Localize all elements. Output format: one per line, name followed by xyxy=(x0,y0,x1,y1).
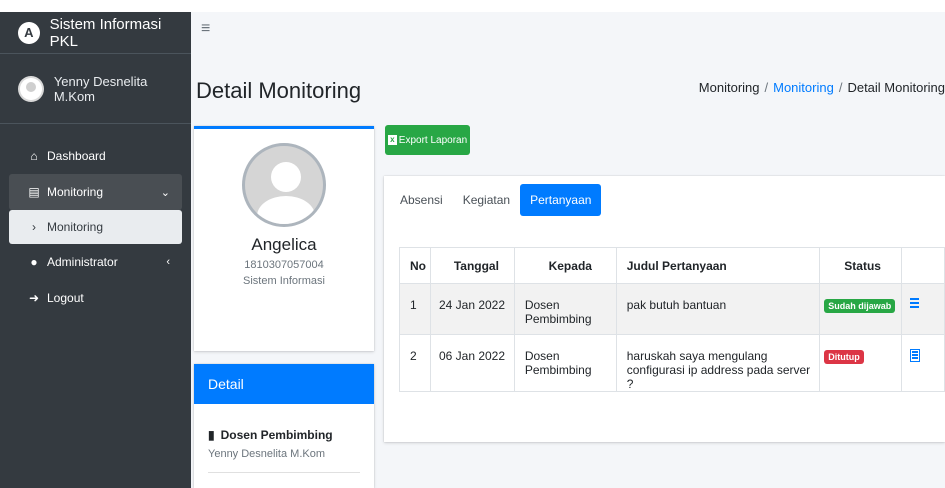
cell-judul: haruskah saya mengulang configurasi ip a… xyxy=(615,334,821,392)
sidebar: A Sistem Informasi PKL Yenny Desnelita M… xyxy=(0,12,191,488)
chevron-left-icon: ‹ xyxy=(166,256,170,268)
file-excel-icon: x xyxy=(387,135,397,145)
cell-kepada: Dosen Pembimbing xyxy=(513,283,617,335)
detail-card: Detail ▮ Dosen Pembimbing Yenny Desnelit… xyxy=(194,364,374,488)
list-icon[interactable] xyxy=(910,298,920,310)
column-header-status: Status xyxy=(819,247,903,284)
cell-tanggal: 06 Jan 2022 xyxy=(429,334,515,392)
tab-absensi[interactable]: Absensi xyxy=(398,184,453,216)
breadcrumb: Monitoring / Monitoring / Detail Monitoring xyxy=(699,80,945,95)
hamburger-menu-icon[interactable]: ≡ xyxy=(201,20,210,38)
cell-action xyxy=(901,334,945,392)
tab-pertanyaan[interactable]: Pertanyaan xyxy=(520,184,602,216)
user-avatar xyxy=(18,75,44,102)
breadcrumb-link[interactable]: Monitoring xyxy=(773,80,834,95)
table-row: 1 24 Jan 2022 Dosen Pembimbing pak butuh… xyxy=(399,283,945,335)
user-icon: ● xyxy=(30,255,38,269)
tab-bar: Absensi Kegiatan Pertanyaan xyxy=(398,184,602,216)
user-name: Yenny Desnelita M.Kom xyxy=(53,73,148,104)
sidebar-item-dashboard[interactable]: ⌂ Dashboard xyxy=(9,138,182,174)
user-panel[interactable]: Yenny Desnelita M.Kom xyxy=(0,54,191,124)
export-report-button[interactable]: x Export Laporan xyxy=(385,125,470,155)
sign-out-icon: ➜ xyxy=(28,291,40,305)
sidebar-nav: ⌂ Dashboard ▤ Monitoring ⌄ › Monitoring … xyxy=(0,124,191,316)
column-header-no: No xyxy=(399,247,431,284)
cell-kepada: Dosen Pembimbing xyxy=(513,334,617,392)
sidebar-item-label: Monitoring xyxy=(47,220,104,234)
cell-action xyxy=(901,283,945,335)
chalkboard-teacher-icon: ▮ xyxy=(208,428,215,442)
monitoring-card: Absensi Kegiatan Pertanyaan No Tanggal K… xyxy=(384,176,945,442)
chart-area-icon: ▤ xyxy=(28,185,40,199)
table-header-row: No Tanggal Kepada Judul Pertanyaan Statu… xyxy=(399,247,945,284)
status-badge: Ditutup xyxy=(824,350,864,364)
sidebar-item-administrator[interactable]: ● Administrator ‹ xyxy=(9,244,182,280)
profile-avatar xyxy=(242,143,326,227)
column-header-action xyxy=(901,247,945,284)
column-header-judul: Judul Pertanyaan xyxy=(615,247,821,284)
breadcrumb-current: Detail Monitoring xyxy=(847,80,945,95)
top-strip xyxy=(0,0,945,12)
chevron-right-icon: › xyxy=(32,220,36,234)
cell-no: 1 xyxy=(399,283,431,335)
detail-card-header: Detail xyxy=(194,364,374,404)
brand-logo-icon: A xyxy=(18,21,40,44)
sidebar-item-monitoring[interactable]: ▤ Monitoring ⌄ xyxy=(9,174,182,210)
cell-status: Ditutup xyxy=(819,334,903,392)
table-row: 2 06 Jan 2022 Dosen Pembimbing haruskah … xyxy=(399,334,945,392)
cell-status: Sudah dijawab xyxy=(819,283,903,335)
divider xyxy=(208,472,360,473)
cell-no: 2 xyxy=(399,334,431,392)
status-badge: Sudah dijawab xyxy=(824,299,896,313)
detail-label: Dosen Pembimbing xyxy=(220,428,333,442)
brand-title: Sistem Informasi PKL xyxy=(49,15,162,50)
breadcrumb-item[interactable]: Monitoring xyxy=(699,80,760,95)
sidebar-item-logout[interactable]: ➜ Logout xyxy=(9,280,182,316)
detail-card-body: ▮ Dosen Pembimbing Yenny Desnelita M.Kom xyxy=(194,404,374,473)
sidebar-item-label: Monitoring xyxy=(47,185,104,199)
breadcrumb-separator: / xyxy=(838,80,843,95)
sidebar-subitem-monitoring[interactable]: › Monitoring xyxy=(9,210,182,244)
export-button-label: Export Laporan xyxy=(398,134,468,146)
sidebar-item-label: Logout xyxy=(47,291,84,305)
detail-label-row: ▮ Dosen Pembimbing xyxy=(208,428,360,442)
list-icon[interactable] xyxy=(910,349,921,362)
profile-card: Angelica 1810307057004 Sistem Informasi xyxy=(194,126,374,351)
home-icon: ⌂ xyxy=(30,149,38,163)
sidebar-item-label: Dashboard xyxy=(47,149,106,163)
cell-tanggal: 24 Jan 2022 xyxy=(429,283,515,335)
breadcrumb-separator: / xyxy=(764,80,769,95)
sidebar-item-label: Administrator xyxy=(47,255,118,269)
profile-name: Angelica xyxy=(251,235,317,254)
chevron-down-icon: ⌄ xyxy=(160,186,170,199)
cell-judul: pak butuh bantuan xyxy=(615,283,821,335)
detail-value: Yenny Desnelita M.Kom xyxy=(208,448,325,460)
profile-nim: 1810307057004 xyxy=(244,259,324,271)
column-header-tanggal: Tanggal xyxy=(429,247,515,284)
profile-prodi: Sistem Informasi xyxy=(243,275,325,287)
brand-link[interactable]: A Sistem Informasi PKL xyxy=(0,12,191,54)
page-title: Detail Monitoring xyxy=(196,78,362,103)
questions-table: No Tanggal Kepada Judul Pertanyaan Statu… xyxy=(399,247,945,392)
tab-kegiatan[interactable]: Kegiatan xyxy=(453,184,520,216)
column-header-kepada: Kepada xyxy=(513,247,617,284)
